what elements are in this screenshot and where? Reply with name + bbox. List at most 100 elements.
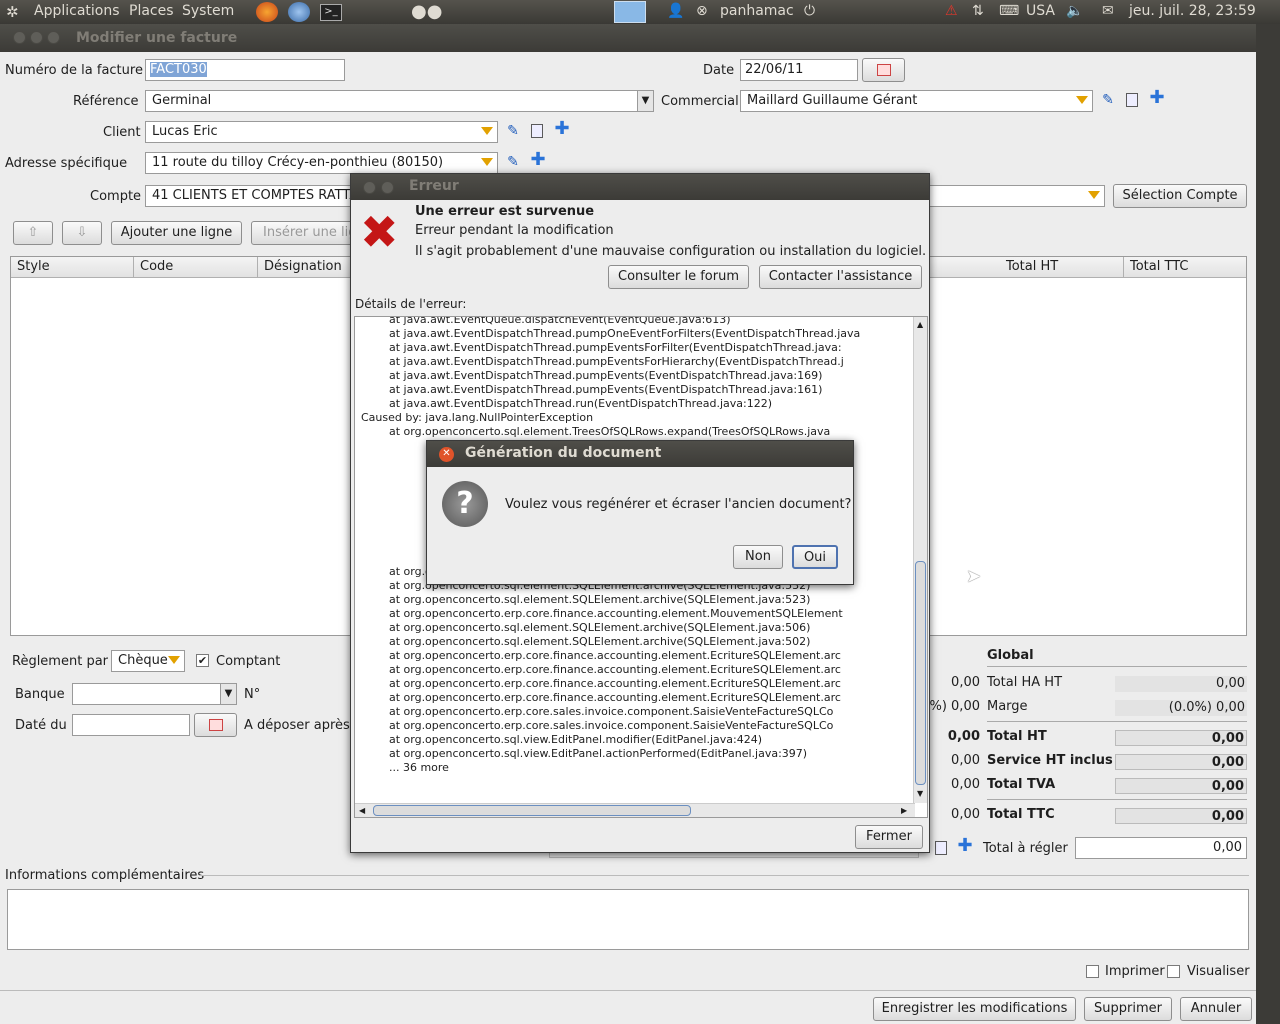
payment-method-combo[interactable]: Chèque (111, 650, 185, 672)
total-row-value: 0,00 (1115, 754, 1247, 770)
total-row-label: Marge (987, 699, 1028, 714)
dated-picker-button[interactable] (194, 713, 237, 737)
select-account-button[interactable]: Sélection Compte (1113, 184, 1247, 208)
add-commercial-plus-icon[interactable]: ✚ (1149, 89, 1165, 107)
dated-label: Daté du (15, 718, 67, 733)
add-address-plus-icon[interactable]: ✚ (530, 151, 546, 169)
applications-menu[interactable]: Applications (34, 3, 120, 19)
total-row-value: 0,00 (1115, 676, 1247, 692)
close-session-icon[interactable]: ⊗ (696, 3, 708, 19)
firefox-icon[interactable] (256, 2, 278, 22)
support-button[interactable]: Contacter l'assistance (759, 265, 922, 289)
account-label: Compte (90, 189, 142, 204)
close-dialog-icon[interactable]: ✕ (439, 447, 454, 462)
scrollbar-thumb[interactable] (373, 805, 691, 816)
date-input[interactable]: 22/06/11 (740, 59, 858, 81)
cancel-button[interactable]: Annuler (1180, 997, 1252, 1021)
stack-trace-line: at org.openconcerto.erp.core.sales.invoi… (361, 719, 834, 732)
stack-trace-line: Caused by: java.lang.NullPointerExceptio… (361, 411, 594, 424)
maximize-window-icon[interactable] (47, 31, 60, 44)
dropdown-arrow-icon[interactable]: ▼ (220, 684, 236, 704)
left-total-value: 0,00 (951, 753, 980, 768)
column-header-designation[interactable]: Désignation (258, 257, 358, 277)
clock[interactable]: jeu. juil. 28, 23:59 (1129, 3, 1256, 19)
chevron-down-icon[interactable] (481, 158, 493, 166)
left-total-value: 0,00 (951, 777, 980, 792)
delete-button[interactable]: Supprimer (1084, 997, 1172, 1021)
add-plus-icon[interactable]: ✚ (957, 837, 973, 855)
fish-applet-icon[interactable] (614, 1, 646, 23)
total-row-value: 0,00 (1115, 730, 1247, 746)
move-up-button[interactable]: ⇧ (13, 221, 53, 245)
system-menu[interactable]: System (182, 3, 234, 19)
cash-checkbox[interactable]: ✔ (196, 654, 209, 667)
vertical-scrollbar[interactable]: ▲ ▼ (913, 317, 927, 803)
confirm-dialog: ✕ Génération du document ? Voulez vous r… (426, 440, 854, 585)
keyboard-layout[interactable]: USA (1026, 3, 1055, 19)
reference-label: Référence (73, 94, 139, 109)
keyboard-icon[interactable]: ⌨ (999, 3, 1019, 19)
error-dialog-titlebar: Erreur (351, 174, 929, 200)
commercial-combo[interactable]: Maillard Guillaume Gérant (740, 90, 1093, 112)
close-dialog-icon[interactable] (363, 181, 376, 194)
close-button[interactable]: Fermer (855, 825, 923, 849)
close-window-icon[interactable] (13, 31, 26, 44)
invoice-number-input[interactable]: FACT030 (145, 59, 345, 81)
warning-icon[interactable]: ⚠ (945, 3, 958, 19)
dated-input[interactable] (72, 714, 190, 736)
column-header-code[interactable]: Code (134, 257, 258, 277)
global-heading: Global (987, 648, 1034, 663)
chevron-down-icon[interactable] (481, 127, 493, 135)
preview-checkbox[interactable] (1167, 965, 1180, 978)
mail-icon[interactable]: ✉ (1102, 3, 1114, 19)
power-icon[interactable]: ⏻ (804, 3, 815, 19)
extra-info-textarea[interactable] (7, 889, 1249, 950)
chevron-down-icon[interactable] (1076, 96, 1088, 104)
edit-commercial-pencil-icon[interactable]: ✎ (1100, 92, 1116, 108)
edit-client-pencil-icon[interactable]: ✎ (505, 123, 521, 139)
to-pay-value: 0,00 (1075, 837, 1247, 859)
network-icon[interactable]: ⇅ (972, 3, 984, 19)
chevron-down-icon[interactable] (1088, 191, 1100, 199)
address-combo[interactable]: 11 route du tilloy Crécy-en-ponthieu (80… (145, 152, 498, 174)
username-label[interactable]: panhamac (720, 3, 794, 19)
edit-address-pencil-icon[interactable]: ✎ (505, 154, 521, 170)
column-header-total-ht[interactable]: Total HT (1000, 257, 1124, 277)
add-client-plus-icon[interactable]: ✚ (554, 120, 570, 138)
move-down-button[interactable]: ⇩ (62, 221, 102, 245)
commercial-label: Commercial (661, 94, 739, 109)
client-combo[interactable]: Lucas Eric (145, 121, 498, 143)
insert-line-button[interactable]: Insérer une lig (251, 221, 361, 245)
chevron-down-icon[interactable] (168, 656, 180, 664)
column-header-total-ttc[interactable]: Total TTC (1124, 257, 1246, 277)
stack-trace-line: at java.awt.EventDispatchThread.pumpEven… (361, 341, 842, 354)
preview-label: Visualiser (1187, 964, 1250, 979)
ubuntu-logo-icon[interactable]: ✲ (6, 3, 19, 21)
stack-trace-line: at java.awt.EventQueue.dispatchEvent(Eve… (361, 316, 731, 326)
window-title: Modifier une facture (76, 30, 238, 46)
dropdown-arrow-icon[interactable]: ▼ (637, 91, 653, 111)
date-picker-button[interactable] (862, 58, 905, 82)
scrollbar-thumb[interactable] (915, 561, 926, 785)
places-menu[interactable]: Places (129, 3, 174, 19)
forum-button[interactable]: Consulter le forum (608, 265, 749, 289)
maximize-dialog-icon[interactable] (381, 181, 394, 194)
minimize-window-icon[interactable] (30, 31, 43, 44)
view-commercial-icon[interactable] (1126, 93, 1138, 107)
column-header-style[interactable]: Style (11, 257, 134, 277)
view-icon[interactable] (935, 841, 947, 855)
volume-icon[interactable]: 🔈 (1066, 3, 1083, 19)
print-checkbox[interactable] (1086, 965, 1099, 978)
terminal-icon[interactable]: >_ (320, 4, 342, 21)
deposit-after-label: A déposer après (244, 718, 350, 733)
no-button[interactable]: Non (733, 545, 783, 569)
add-line-button[interactable]: Ajouter une ligne (111, 221, 242, 245)
save-changes-button[interactable]: Enregistrer les modifications (873, 997, 1076, 1021)
view-client-icon[interactable] (531, 124, 543, 138)
reference-combo[interactable]: Germinal ▼ (145, 90, 654, 112)
thunderbird-icon[interactable] (288, 2, 310, 22)
horizontal-scrollbar[interactable]: ◀ ▶ (355, 803, 915, 817)
yes-button[interactable]: Oui (792, 545, 838, 569)
bank-combo[interactable]: ▼ (72, 683, 237, 705)
user-icon[interactable]: 👤 (667, 3, 684, 19)
